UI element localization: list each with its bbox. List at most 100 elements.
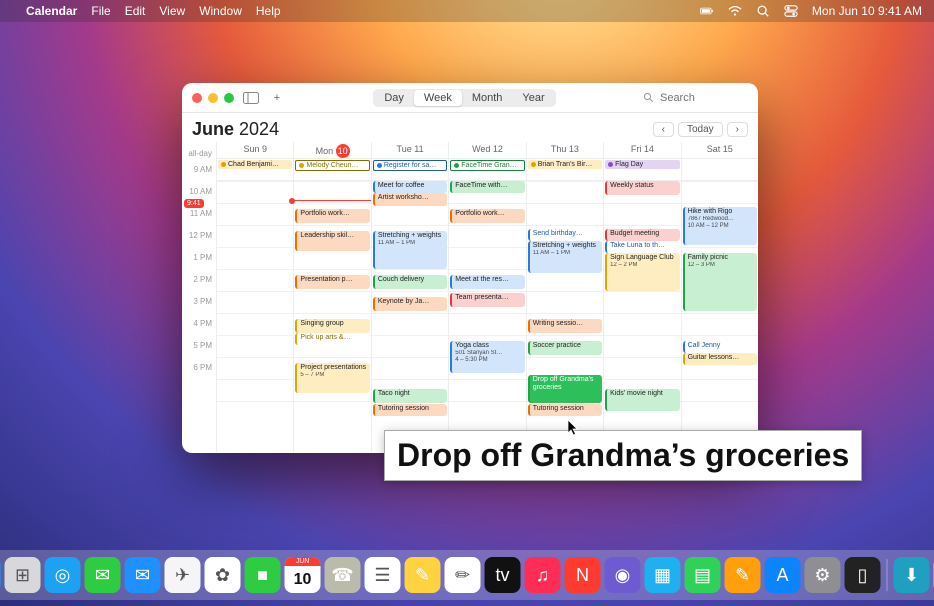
spotlight-icon[interactable]: [756, 4, 770, 18]
control-center-icon[interactable]: [784, 4, 798, 18]
day-hours[interactable]: Portfolio work… Leadership skil… Presentat…: [294, 181, 370, 452]
menubar-item-edit[interactable]: Edit: [125, 4, 146, 18]
dock-podcasts-icon[interactable]: ◉: [605, 557, 641, 593]
search-field[interactable]: [643, 92, 748, 104]
close-button[interactable]: [192, 93, 202, 103]
dock-appstore-icon[interactable]: A: [765, 557, 801, 593]
calendar-event[interactable]: Tutoring session: [373, 404, 447, 416]
view-day[interactable]: Day: [374, 90, 414, 106]
day-header[interactable]: Sun 9: [217, 142, 293, 158]
battery-icon[interactable]: [700, 4, 714, 18]
dock-downloads-icon[interactable]: ⬇: [894, 557, 930, 593]
dock-messages-icon[interactable]: ✉: [85, 557, 121, 593]
dock-notes-icon[interactable]: ✎: [405, 557, 441, 593]
calendar-event[interactable]: Take Luna to th…: [605, 241, 679, 253]
calendar-event[interactable]: Weekly status: [605, 181, 679, 195]
day-header[interactable]: Sat 15: [682, 142, 758, 158]
calendar-event[interactable]: Hike with Rigo7867 Redwood…10 AM – 12 PM: [683, 207, 757, 245]
calendar-event[interactable]: Presentation p…: [295, 275, 369, 289]
dock-pages-icon[interactable]: ✎: [725, 557, 761, 593]
view-week[interactable]: Week: [414, 90, 462, 106]
day-header[interactable]: Wed 12: [449, 142, 525, 158]
menubar-item-file[interactable]: File: [91, 4, 110, 18]
day-column[interactable]: Fri 14 Flag Day Weekly status Budget meetin…: [603, 142, 680, 452]
day-column[interactable]: Mon 10Melody Cheun…Portfolio work…Leader…: [293, 142, 370, 452]
dock-facetime-icon[interactable]: ■: [245, 557, 281, 593]
all-day-event[interactable]: Chad Benjami…: [218, 160, 292, 169]
day-hours[interactable]: [217, 181, 293, 452]
dock-freeform-icon[interactable]: ✏: [445, 557, 481, 593]
calendar-event[interactable]: Stretching + weights11 AM – 1 PM: [528, 241, 602, 273]
day-hours[interactable]: FaceTime with… Portfolio work… Meet at the…: [449, 181, 525, 452]
day-column[interactable]: Tue 11 Register for sa… Meet for coffeeArt…: [371, 142, 448, 452]
zoom-button[interactable]: [224, 93, 234, 103]
day-header[interactable]: Fri 14: [604, 142, 680, 158]
dock-news-icon[interactable]: N: [565, 557, 601, 593]
view-month[interactable]: Month: [462, 90, 513, 106]
menubar-clock[interactable]: Mon Jun 10 9:41 AM: [812, 4, 922, 18]
day-hours[interactable]: Meet for coffeeArtist worksho…Stretching…: [372, 181, 448, 452]
search-input[interactable]: [660, 92, 730, 104]
calendar-event[interactable]: Meet for coffee: [373, 181, 447, 193]
calendar-event[interactable]: Budget meeting: [605, 229, 679, 241]
dock-iphone-mirror-icon[interactable]: ▯: [845, 557, 881, 593]
dock-mail-icon[interactable]: ✉: [125, 557, 161, 593]
calendar-event[interactable]: Project presentations5 – 7 PM: [295, 363, 369, 393]
menubar-item-view[interactable]: View: [159, 4, 185, 18]
calendar-event[interactable]: Meet at the res…: [450, 275, 524, 289]
calendar-event[interactable]: Sign Language Club12 – 2 PM: [605, 253, 679, 291]
dock-launchpad-icon[interactable]: ⊞: [5, 557, 41, 593]
calendar-event[interactable]: Portfolio work…: [450, 209, 524, 223]
dock-numbers-icon[interactable]: ▤: [685, 557, 721, 593]
day-hours[interactable]: Hike with Rigo7867 Redwood…10 AM – 12 PM…: [682, 181, 758, 452]
calendar-event[interactable]: Couch delivery: [373, 275, 447, 289]
dock-calendar-icon[interactable]: JUN10: [285, 557, 321, 593]
calendar-event[interactable]: FaceTime with…: [450, 181, 524, 193]
calendar-event[interactable]: Taco night: [373, 389, 447, 403]
minimize-button[interactable]: [208, 93, 218, 103]
all-day-event[interactable]: Brian Tran’s Bir…: [528, 160, 602, 169]
calendar-event[interactable]: Pick up arts &…: [295, 333, 369, 345]
day-column[interactable]: Sun 9 Chad Benjami…: [216, 142, 293, 452]
all-day-event[interactable]: Flag Day: [605, 160, 679, 169]
dock-maps-icon[interactable]: ✈: [165, 557, 201, 593]
view-year[interactable]: Year: [512, 90, 554, 106]
calendar-event[interactable]: Writing sessio…: [528, 319, 602, 333]
all-day-event[interactable]: Melody Cheun…: [295, 160, 369, 171]
calendar-event[interactable]: Leadership skil…: [295, 231, 369, 251]
dock-contacts-icon[interactable]: ☎: [325, 557, 361, 593]
all-day-event[interactable]: Register for sa…: [373, 160, 447, 171]
day-column[interactable]: Thu 13 Brian Tran’s Bir… Send birthday…Str…: [526, 142, 603, 452]
menubar-item-help[interactable]: Help: [256, 4, 281, 18]
dock-finder-icon[interactable]: ☻: [0, 557, 1, 593]
prev-week-button[interactable]: ‹: [653, 122, 674, 137]
calendar-event[interactable]: Portfolio work…: [295, 209, 369, 223]
calendar-event[interactable]: Team presenta…: [450, 293, 524, 307]
calendar-event[interactable]: Guitar lessons…: [683, 353, 757, 365]
dock-tv-icon[interactable]: tv: [485, 557, 521, 593]
day-column[interactable]: Wed 12 FaceTime Gran… FaceTime with… Portfo…: [448, 142, 525, 452]
calendar-event[interactable]: Keynote by Ja…: [373, 297, 447, 311]
calendar-event[interactable]: Soccer practice: [528, 341, 602, 355]
calendar-event[interactable]: Kids' movie night: [605, 389, 679, 411]
add-event-icon[interactable]: +: [268, 90, 286, 106]
dock-reminders-icon[interactable]: ☰: [365, 557, 401, 593]
dock-photos-icon[interactable]: ✿: [205, 557, 241, 593]
day-hours[interactable]: Send birthday…Stretching + weights11 AM …: [527, 181, 603, 452]
menubar-app-name[interactable]: Calendar: [26, 4, 77, 18]
day-header[interactable]: Tue 11: [372, 142, 448, 158]
calendar-event[interactable]: Stretching + weights11 AM – 1 PM: [373, 231, 447, 269]
calendar-event[interactable]: Yoga class501 Stanyan St…4 – 5:30 PM: [450, 341, 524, 373]
all-day-event[interactable]: FaceTime Gran…: [450, 160, 524, 171]
day-header[interactable]: Thu 13: [527, 142, 603, 158]
calendar-event[interactable]: Singing group: [295, 319, 369, 333]
calendar-event[interactable]: Drop off Grandma's groceries: [528, 375, 602, 403]
calendar-event[interactable]: Send birthday…: [528, 229, 602, 241]
dock-settings-icon[interactable]: ⚙: [805, 557, 841, 593]
menubar-item-window[interactable]: Window: [199, 4, 242, 18]
dock-safari-icon[interactable]: ◎: [45, 557, 81, 593]
wifi-icon[interactable]: [728, 4, 742, 18]
toggle-sidebar-icon[interactable]: [242, 90, 260, 106]
day-column[interactable]: Sat 15 Hike with Rigo7867 Redwood…10 AM –…: [681, 142, 758, 452]
dock-music-icon[interactable]: ♫: [525, 557, 561, 593]
